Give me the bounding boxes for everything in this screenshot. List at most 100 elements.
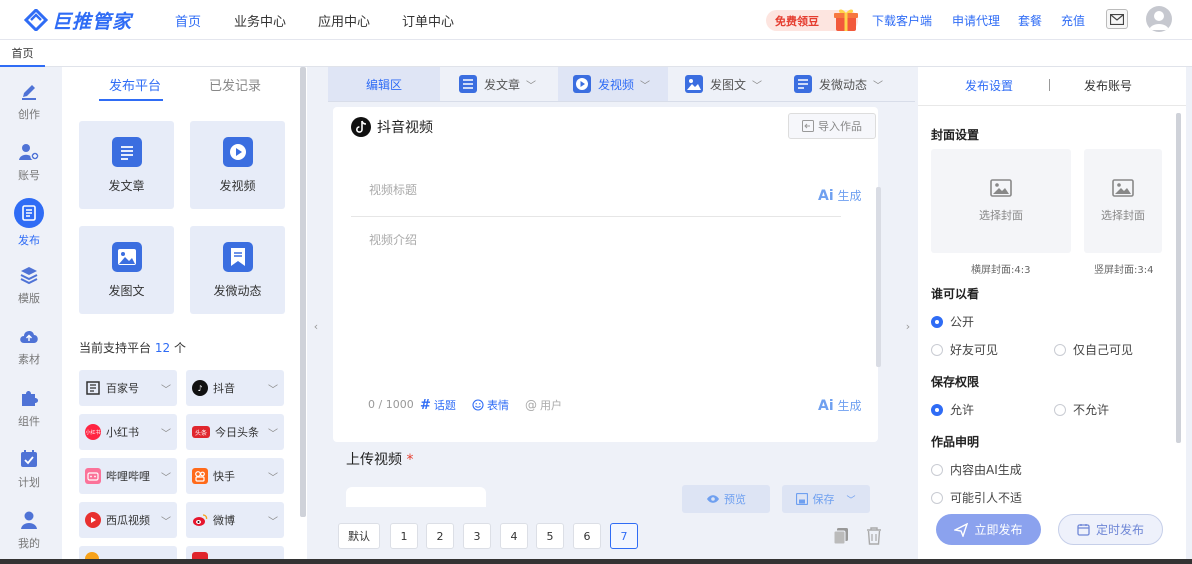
- rail-item-mine[interactable]: 我的: [0, 504, 58, 556]
- platform-label: 微博: [213, 514, 235, 527]
- platform-xigua[interactable]: 西瓜视频 ﹀: [79, 502, 177, 538]
- platform-label: 百家号: [106, 382, 139, 395]
- radio-label: 可能引人不适: [950, 491, 1023, 505]
- emoji-button[interactable]: 表情: [472, 397, 509, 413]
- schedule-publish-button[interactable]: 定时发布: [1058, 514, 1163, 545]
- page-button-6[interactable]: 6: [573, 523, 601, 549]
- rail-item-components[interactable]: 组件: [0, 382, 58, 434]
- radio-only-me[interactable]: 仅自己可见: [1054, 341, 1133, 358]
- toutiao-icon: 头条: [192, 426, 210, 438]
- cloud-icon: [18, 325, 40, 347]
- cover-pick-label: 选择封面: [1101, 209, 1145, 222]
- page-button-7[interactable]: 7: [610, 523, 638, 549]
- tab-video[interactable]: 发视频 ﹀: [558, 67, 668, 101]
- send-icon: [954, 522, 969, 537]
- page-button-5[interactable]: 5: [536, 523, 564, 549]
- card-label: 发文章: [108, 178, 145, 193]
- tab-home[interactable]: 首页: [0, 40, 45, 67]
- tab-publish-records[interactable]: 已发记录: [209, 75, 261, 94]
- rail-item-templates[interactable]: 模版: [0, 259, 58, 311]
- card-post-image-text[interactable]: 发图文: [79, 226, 174, 314]
- mail-button[interactable]: [1106, 9, 1128, 29]
- page-button-4[interactable]: 4: [500, 523, 528, 549]
- settings-scrollbar[interactable]: [1176, 113, 1181, 443]
- puzzle-icon: [18, 387, 40, 409]
- chevron-down-icon: ﹀: [752, 80, 763, 92]
- platform-baijiahao[interactable]: 百家号 ﹀: [79, 370, 177, 406]
- user-avatar[interactable]: [1146, 6, 1172, 32]
- card-post-micro-update[interactable]: 发微动态: [190, 226, 285, 314]
- portrait-cover-picker[interactable]: 选择封面: [1084, 149, 1162, 253]
- import-work-button[interactable]: 导入作品: [788, 113, 876, 139]
- platform-heading: 抖音视频: [351, 117, 433, 137]
- save-button[interactable]: 保存 ﹀: [782, 485, 870, 513]
- ai-generate-intro-button[interactable]: Aⅰ 生成: [818, 397, 861, 414]
- platform-xiaohongshu[interactable]: 小红书 小红书 ﹀: [79, 414, 177, 450]
- mention-user-button[interactable]: @ 用户: [525, 397, 562, 413]
- save-icon: [796, 493, 809, 505]
- baijiahao-icon: [85, 380, 101, 396]
- tab-publish-accounts[interactable]: 发布账号: [1084, 77, 1132, 94]
- landscape-cover-picker[interactable]: 选择封面: [931, 149, 1071, 253]
- rail-label: 模版: [18, 292, 40, 305]
- preview-button[interactable]: 预览: [682, 485, 770, 513]
- plans-link[interactable]: 套餐: [1018, 12, 1042, 29]
- topnav-orders[interactable]: 订单中心: [402, 11, 454, 30]
- video-title-input[interactable]: 视频标题: [351, 163, 841, 217]
- platform-panel-scrollbar[interactable]: [300, 67, 306, 517]
- rail-item-assets[interactable]: 素材: [0, 320, 58, 372]
- chevron-left-icon[interactable]: ‹: [311, 320, 321, 333]
- topic-button[interactable]: # 话题: [420, 397, 456, 413]
- rail-item-publish[interactable]: 发布: [0, 197, 58, 249]
- portrait-cover-caption: 竖屏封面:3:4: [1094, 265, 1154, 276]
- radio-allow[interactable]: 允许: [931, 401, 974, 418]
- download-client-link[interactable]: 下载客户端: [872, 12, 932, 29]
- page-button-2[interactable]: 2: [426, 523, 454, 549]
- tab-publish-settings[interactable]: 发布设置: [965, 77, 1013, 94]
- radio-friends[interactable]: 好友可见: [931, 341, 998, 358]
- tab-article[interactable]: 发文章 ﹀: [458, 67, 558, 101]
- platform-toutiao[interactable]: 头条 今日头条 ﹀: [186, 414, 284, 450]
- upload-video-area[interactable]: [346, 487, 486, 507]
- gift-icon[interactable]: [833, 5, 859, 33]
- radio-public[interactable]: 公开: [931, 313, 974, 330]
- topnav-apps[interactable]: 应用中心: [318, 11, 370, 30]
- chevron-right-icon[interactable]: ›: [903, 320, 913, 333]
- publish-now-button[interactable]: 立即发布: [936, 514, 1041, 545]
- platform-title: 抖音视频: [377, 120, 433, 136]
- copy-icon[interactable]: [833, 527, 849, 545]
- tab-separator: [1049, 79, 1050, 91]
- apply-agent-link[interactable]: 申请代理: [952, 12, 1000, 29]
- video-intro-input[interactable]: 视频介绍: [369, 231, 417, 248]
- rail-item-plans[interactable]: 计划: [0, 443, 58, 495]
- platform-bilibili[interactable]: 哔哩哔哩 ﹀: [79, 458, 177, 494]
- ai-generate-title-button[interactable]: Aⅰ 生成: [818, 187, 861, 204]
- rail-item-accounts[interactable]: 账号: [0, 136, 58, 188]
- topnav-home[interactable]: 首页: [175, 11, 201, 30]
- tab-image-text[interactable]: 发图文 ﹀: [684, 67, 784, 101]
- radio-ai-generated[interactable]: 内容由AI生成: [931, 461, 1022, 478]
- rail-item-create[interactable]: 创作: [0, 75, 58, 127]
- topnav-business[interactable]: 业务中心: [234, 11, 286, 30]
- intro-scrollbar[interactable]: [876, 187, 881, 367]
- trash-icon[interactable]: [866, 527, 882, 545]
- tab-micro-update[interactable]: 发微动态 ﹀: [793, 67, 908, 101]
- page-button-1[interactable]: 1: [390, 523, 418, 549]
- tab-publish-platform[interactable]: 发布平台: [109, 75, 161, 94]
- page-button-3[interactable]: 3: [463, 523, 491, 549]
- tab-editor[interactable]: 编辑区: [328, 67, 440, 101]
- supported-platforms-count: 当前支持平台 12 个: [79, 339, 186, 356]
- calendar-check-icon: [18, 448, 40, 470]
- bottom-scrollbar-track[interactable]: [0, 559, 1192, 564]
- radio-disallow[interactable]: 不允许: [1054, 401, 1109, 418]
- card-post-article[interactable]: 发文章: [79, 121, 174, 209]
- platform-kuaishou[interactable]: 快手 ﹀: [186, 458, 284, 494]
- rail-label: 计划: [18, 476, 40, 489]
- app-logo[interactable]: 巨推管家: [24, 8, 132, 33]
- radio-may-disturb[interactable]: 可能引人不适: [931, 489, 1022, 506]
- platform-douyin[interactable]: ♪ 抖音 ﹀: [186, 370, 284, 406]
- recharge-link[interactable]: 充值: [1061, 12, 1085, 29]
- page-default-button[interactable]: 默认: [338, 523, 380, 549]
- platform-weibo[interactable]: 微博 ﹀: [186, 502, 284, 538]
- card-post-video[interactable]: 发视频: [190, 121, 285, 209]
